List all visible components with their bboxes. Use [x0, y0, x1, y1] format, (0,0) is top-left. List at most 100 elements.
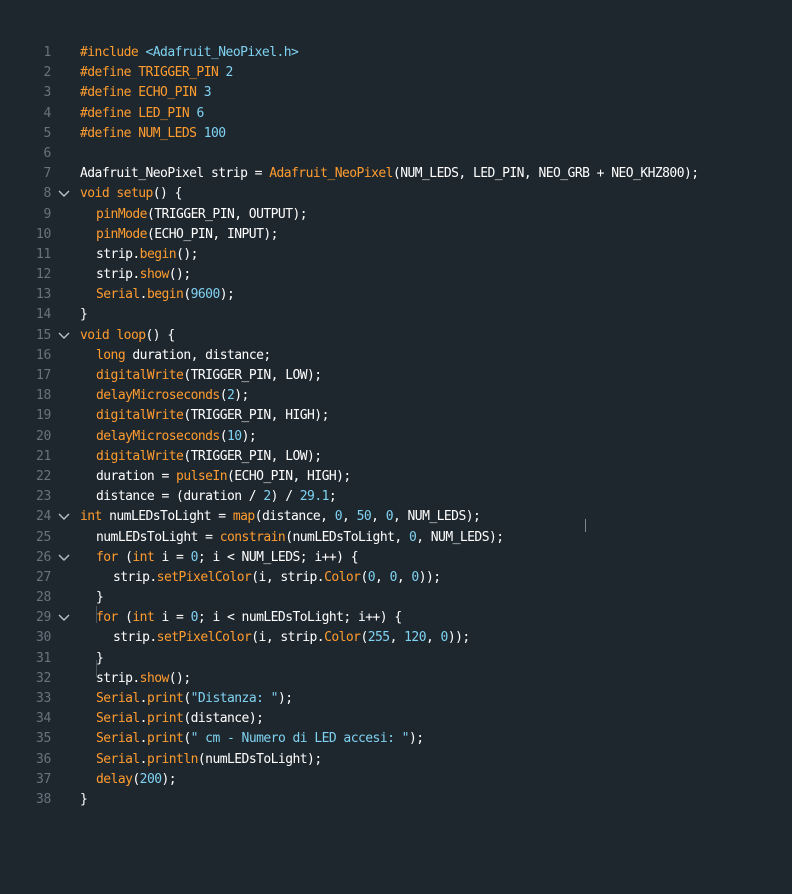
line-number: 20: [35, 428, 51, 444]
code-line[interactable]: 4 #define LED_PIN 6: [0, 104, 792, 124]
fold-chevron-icon[interactable]: [56, 326, 74, 346]
code-text: numLEDsToLight = constrain(numLEDsToLigh…: [96, 528, 504, 548]
code-line[interactable]: 22 duration = pulseIn(ECHO_PIN, HIGH);: [0, 467, 792, 487]
code-token: #include: [80, 45, 146, 60]
line-number: 23: [35, 489, 51, 505]
code-line[interactable]: 8 void setup() {: [0, 184, 792, 204]
code-token: begin: [146, 287, 184, 303]
line-number: 37: [35, 771, 51, 787]
code-token: print: [146, 691, 184, 706]
code-token: #define LED_PIN: [80, 105, 197, 121]
code-line[interactable]: 12 strip.show();: [0, 265, 792, 285]
code-token: ; i < numLEDsToLight; i++) {: [197, 610, 402, 626]
code-token: duration, distance;: [132, 347, 271, 363]
code-line[interactable]: 24 int numLEDsToLight = map(distance, 0, …: [0, 507, 792, 527]
fold-chevron-icon[interactable]: [56, 548, 74, 568]
code-token: 3: [203, 85, 212, 101]
code-token: pulseIn: [176, 468, 227, 484]
code-text: Adafruit_NeoPixel strip = Adafruit_NeoPi…: [80, 164, 699, 184]
code-token: , NUM_LEDS);: [416, 529, 504, 545]
line-number: 21: [35, 448, 51, 464]
code-token: (ECHO_PIN, HIGH);: [226, 468, 351, 484]
code-line[interactable]: 21 digitalWrite(TRIGGER_PIN, LOW);: [0, 447, 792, 467]
code-token: 0: [385, 509, 394, 525]
code-token: #define NUM_LEDS: [80, 125, 204, 141]
code-line[interactable]: 10 pinMode(ECHO_PIN, INPUT);: [0, 225, 792, 245]
code-line[interactable]: 28}: [0, 588, 792, 608]
code-token: (: [360, 630, 368, 646]
line-number: 2: [43, 65, 51, 81]
code-editor[interactable]: 1 #include <Adafruit_NeoPixel.h> 2 #define …: [0, 0, 792, 894]
fold-chevron-icon[interactable]: [56, 184, 74, 204]
code-line[interactable]: 26 for (int i = 0; i < NUM_LEDS; i++) {: [0, 548, 792, 568]
code-token: print: [146, 711, 184, 727]
code-line[interactable]: 18 delayMicroseconds(2);: [0, 386, 792, 406]
code-token: ; i < NUM_LEDS; i++) {: [197, 549, 359, 565]
code-line[interactable]: 32 strip.show();: [0, 669, 792, 689]
line-number: 14: [35, 307, 51, 323]
code-token: ) /: [270, 489, 300, 505]
code-text: delay(200);: [96, 770, 177, 790]
code-token: (: [219, 428, 228, 444]
code-text: strip.begin();: [96, 245, 198, 265]
code-text: digitalWrite(TRIGGER_PIN, LOW);: [96, 447, 322, 467]
code-token: (distance,: [254, 509, 335, 525]
code-token: 6: [196, 105, 204, 121]
code-token: 50: [356, 509, 372, 525]
code-token: 29.1: [299, 489, 330, 505]
code-text: for (int i = 0; i < NUM_LEDS; i++) {: [96, 548, 359, 568]
code-token: duration =: [96, 468, 177, 484]
code-line[interactable]: 2 #define TRIGGER_PIN 2: [0, 63, 792, 83]
code-token: numLEDsToLight =: [96, 529, 220, 545]
code-token: ();: [168, 670, 191, 686]
code-line[interactable]: 37 delay(200);: [0, 770, 792, 790]
code-line[interactable]: 16 long duration, distance;: [0, 346, 792, 366]
code-line[interactable]: 38}: [0, 790, 792, 810]
code-line[interactable]: 5 #define NUM_LEDS 100: [0, 124, 792, 144]
code-area[interactable]: 1 #include <Adafruit_NeoPixel.h> 2 #define …: [0, 43, 792, 810]
code-token: i =: [161, 549, 191, 565]
code-text: strip.show();: [96, 669, 191, 689]
code-token: strip.: [96, 267, 140, 283]
code-line[interactable]: 36 Serial.println(numLEDsToLight);: [0, 750, 792, 770]
code-text: digitalWrite(TRIGGER_PIN, HIGH);: [96, 406, 329, 426]
code-token: (i, strip.: [251, 569, 325, 585]
code-token: begin: [139, 246, 177, 262]
fold-chevron-icon[interactable]: [56, 608, 74, 628]
code-token: (numLEDsToLight,: [285, 529, 409, 545]
code-token: 2: [263, 489, 271, 505]
code-line[interactable]: 27 strip.setPixelColor(i, strip.Color(0, …: [0, 568, 792, 588]
code-line[interactable]: 13 Serial.begin(9600);: [0, 285, 792, 305]
code-line[interactable]: 33 Serial.print("Distanza: ");: [0, 689, 792, 709]
code-line[interactable]: 23 distance = (duration / 2) / 29.1;: [0, 487, 792, 507]
code-text: distance = (duration / 2) / 29.1;: [96, 487, 337, 507]
line-number: 5: [43, 125, 51, 141]
code-line[interactable]: 11 strip.begin();: [0, 245, 792, 265]
code-token: delay: [96, 771, 133, 787]
code-line[interactable]: 1 #include <Adafruit_NeoPixel.h>: [0, 43, 792, 63]
code-token: (: [132, 771, 140, 787]
code-token: loop: [116, 327, 146, 343]
code-line[interactable]: 20 delayMicroseconds(10);: [0, 427, 792, 447]
code-line[interactable]: 25 numLEDsToLight = constrain(numLEDsToLi…: [0, 528, 792, 548]
fold-chevron-icon[interactable]: [56, 507, 74, 527]
code-line[interactable]: 3 #define ECHO_PIN 3: [0, 83, 792, 103]
code-line[interactable]: 34 Serial.print(distance);: [0, 709, 792, 729]
code-line[interactable]: 15 void loop() {: [0, 326, 792, 346]
code-line[interactable]: 17 digitalWrite(TRIGGER_PIN, LOW);: [0, 366, 792, 386]
line-number: 34: [35, 711, 51, 727]
code-line[interactable]: 30 strip.setPixelColor(i, strip.Color(255…: [0, 628, 792, 648]
line-number: 11: [35, 246, 51, 262]
code-line[interactable]: 35 Serial.print(" cm - Numero di LED acce…: [0, 729, 792, 749]
code-line[interactable]: 31}: [0, 649, 792, 669]
code-line[interactable]: 7 Adafruit_NeoPixel strip = Adafruit_NeoP…: [0, 164, 792, 184]
code-line[interactable]: 29 for (int i = 0; i < numLEDsToLight; i+…: [0, 608, 792, 628]
code-token: #define TRIGGER_PIN: [80, 65, 226, 81]
code-line[interactable]: 14}: [0, 305, 792, 325]
code-text: duration = pulseIn(ECHO_PIN, HIGH);: [96, 467, 351, 487]
line-number: 26: [35, 549, 51, 565]
code-token: setPixelColor: [156, 569, 252, 585]
code-line[interactable]: 19 digitalWrite(TRIGGER_PIN, HIGH);: [0, 406, 792, 426]
code-line[interactable]: 9 pinMode(TRIGGER_PIN, OUTPUT);: [0, 205, 792, 225]
code-line[interactable]: 6: [0, 144, 792, 164]
